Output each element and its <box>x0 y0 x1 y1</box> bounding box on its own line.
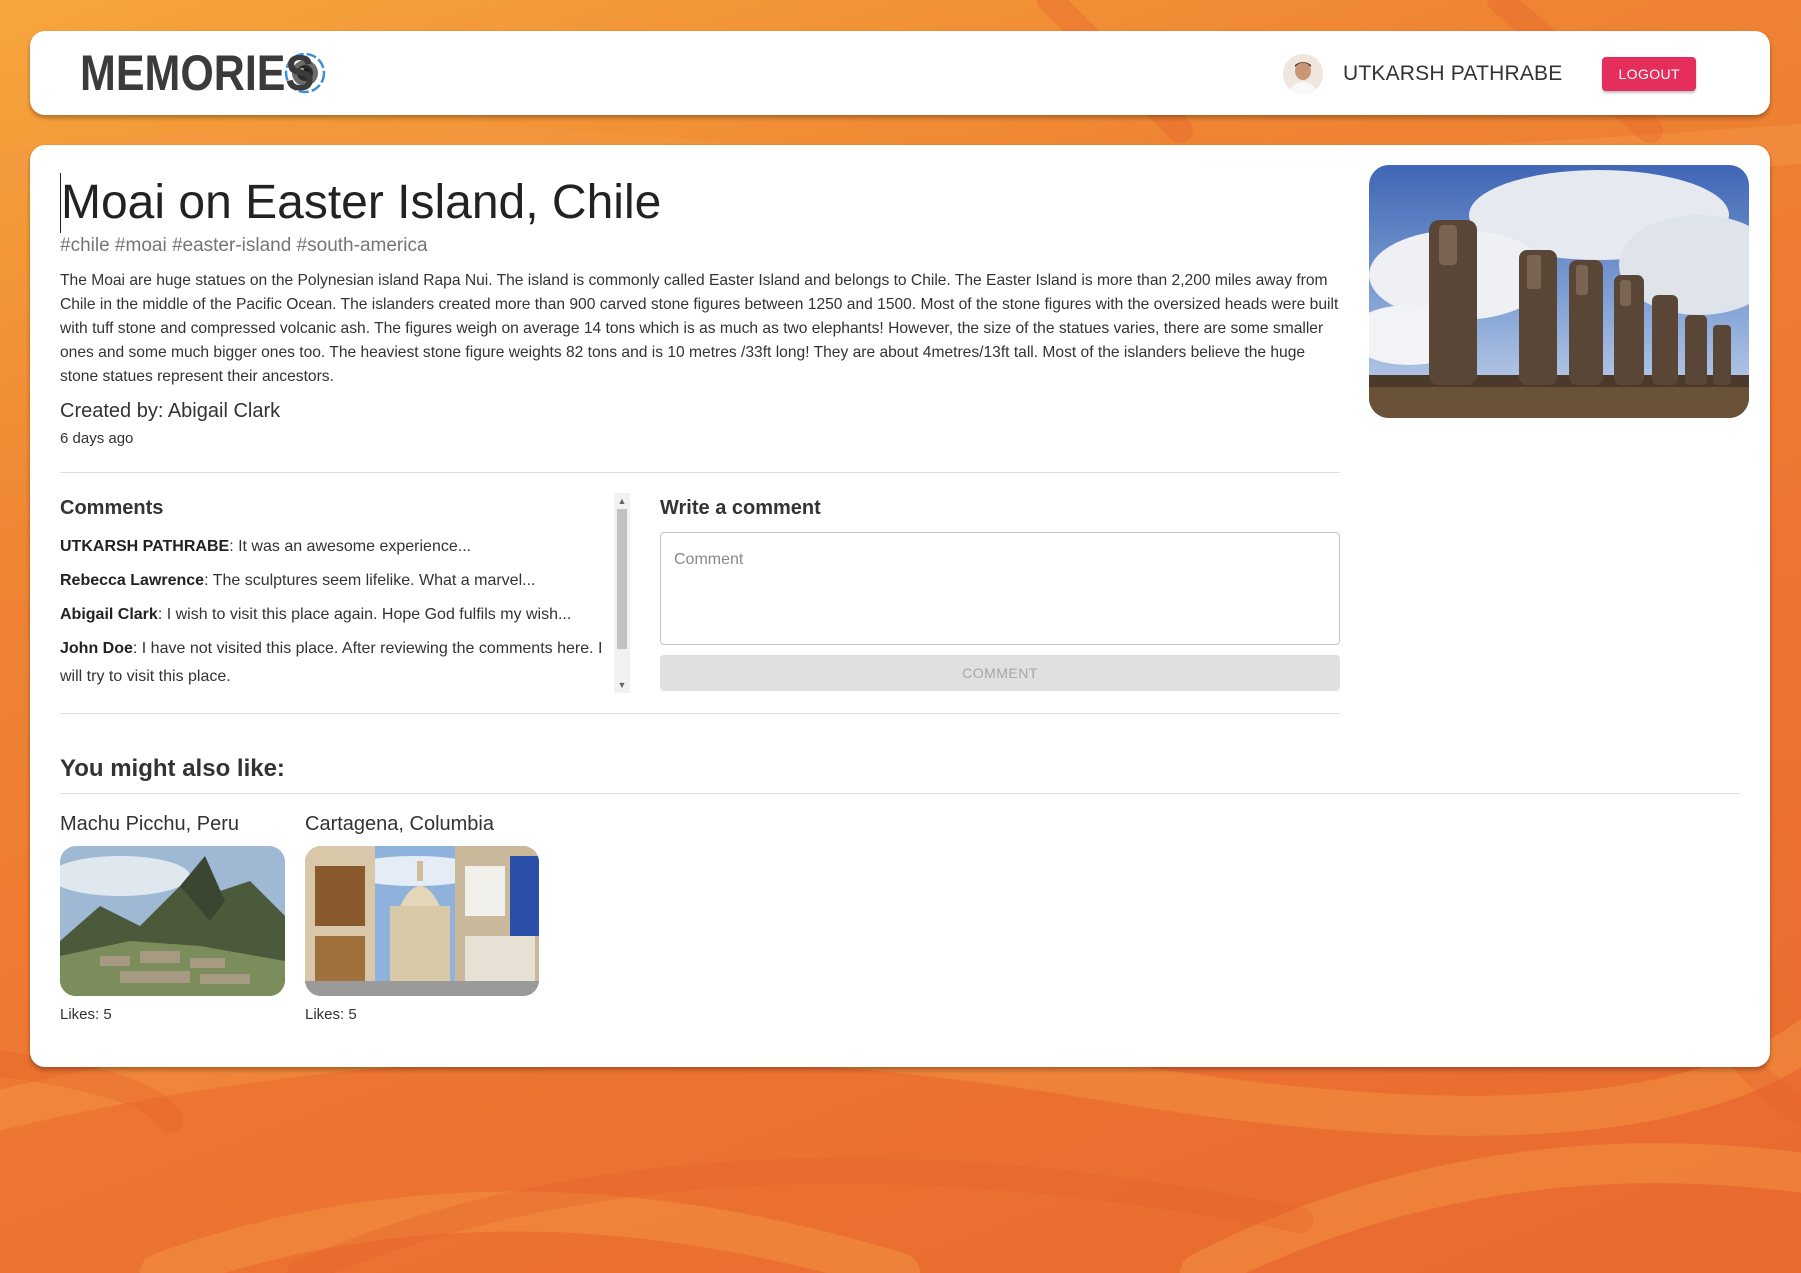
scroll-up-arrow-icon[interactable]: ▲ <box>617 496 627 506</box>
divider <box>60 793 1740 794</box>
comment-item: UTKARSH PATHRABE: It was an awesome expe… <box>60 533 612 561</box>
comment-author: Abigail Clark <box>60 606 158 623</box>
divider <box>60 713 1340 714</box>
brand[interactable]: MEMORIES <box>80 45 326 101</box>
post-details-card: Moai on Easter Island, Chile #chile #moa… <box>30 145 1770 1067</box>
brand-name: MEMORIES <box>80 45 315 101</box>
comment-text: : I have not visited this place. After r… <box>60 640 603 685</box>
comment-text: : The sculptures seem lifelike. What a m… <box>204 572 536 589</box>
comment-item: John Doe: I have not visited this place.… <box>60 635 612 691</box>
recommended-post-image <box>305 846 539 996</box>
logout-button[interactable]: LOGOUT <box>1602 57 1696 91</box>
post-description: The Moai are huge statues on the Polynes… <box>60 272 1339 385</box>
comment-text: : It was an awesome experience... <box>229 538 472 555</box>
recommended-post-card[interactable]: Cartagena, Columbia Likes: 5 <box>305 813 539 1023</box>
comment-author: UTKARSH PATHRABE <box>60 538 230 555</box>
comment-author: Rebecca Lawrence <box>60 572 205 589</box>
comment-item: Abigail Clark: I wish to visit this plac… <box>60 601 612 629</box>
comment-submit-button[interactable]: COMMENT <box>660 655 1340 691</box>
comment-item: Rebecca Lawrence: The sculptures seem li… <box>60 567 612 595</box>
write-comment-heading: Write a comment <box>660 497 821 519</box>
comments-heading: Comments <box>60 497 164 519</box>
scroll-thumb[interactable] <box>617 509 627 649</box>
post-tags: #chile #moai #easter-island #south-ameri… <box>60 235 428 256</box>
scroll-down-arrow-icon[interactable]: ▼ <box>617 680 627 690</box>
recommended-post-likes: Likes: 5 <box>60 1006 112 1023</box>
recommended-post-likes: Likes: 5 <box>305 1006 357 1023</box>
post-image <box>1369 165 1749 418</box>
post-time: 6 days ago <box>60 430 134 447</box>
comments-scrollbar[interactable]: ▲ ▼ <box>614 493 630 693</box>
comment-text: : I wish to visit this place again. Hope… <box>157 606 572 623</box>
recommended-post-card[interactable]: Machu Picchu, Peru Likes: 5 <box>60 813 285 1023</box>
comment-author: John Doe <box>60 640 133 657</box>
user-avatar-icon <box>1283 54 1323 94</box>
app-bar: MEMORIES UTKARSH PATHRABE LOGOUT <box>30 31 1770 115</box>
user-area: UTKARSH PATHRABE LOGOUT <box>1283 53 1696 95</box>
user-name: UTKARSH PATHRABE <box>1343 62 1563 85</box>
post-title: Moai on Easter Island, Chile <box>60 173 661 233</box>
divider <box>60 472 1340 473</box>
comment-input[interactable] <box>660 532 1340 645</box>
recommended-post-title: Machu Picchu, Peru <box>60 813 239 835</box>
recommended-post-title: Cartagena, Columbia <box>305 813 494 835</box>
comments-list[interactable]: UTKARSH PATHRABE: It was an awesome expe… <box>60 533 612 693</box>
post-creator: Created by: Abigail Clark <box>60 400 281 422</box>
avatar[interactable] <box>1283 54 1323 94</box>
recommended-post-image <box>60 846 285 996</box>
recommended-heading: You might also like: <box>60 755 285 782</box>
